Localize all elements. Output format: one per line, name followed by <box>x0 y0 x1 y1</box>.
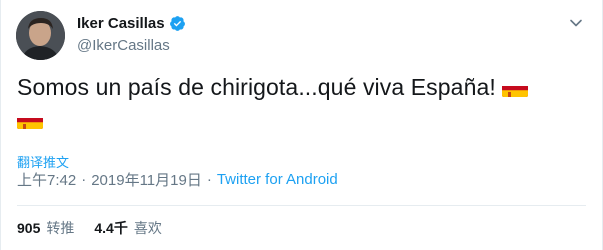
tweet-stats: 905 转推 4.4千 喜欢 <box>17 218 182 238</box>
like-label: 喜欢 <box>133 220 162 236</box>
retweet-label: 转推 <box>46 220 75 236</box>
meta-separator: · <box>81 171 87 188</box>
retweets-stat[interactable]: 905 转推 <box>17 218 74 238</box>
tweet-date[interactable]: 2019年11月19日 <box>91 169 202 190</box>
tweet-text: Somos un país de chirigota...qué viva Es… <box>17 72 577 129</box>
author-handle[interactable]: @IkerCasillas <box>77 37 170 54</box>
spain-flag-icon <box>501 80 528 97</box>
spain-flag-icon <box>17 112 43 129</box>
tweet-source-link[interactable]: Twitter for Android <box>217 171 338 188</box>
meta-separator: · <box>206 171 212 188</box>
divider <box>17 205 586 206</box>
tweet-time[interactable]: 上午7:42 <box>17 169 76 190</box>
tweet-card: Iker Casillas @IkerCasillas Somos un paí… <box>0 0 603 250</box>
like-count: 4.4千 <box>94 220 128 236</box>
avatar[interactable] <box>16 11 65 60</box>
likes-stat[interactable]: 4.4千 喜欢 <box>94 218 161 238</box>
tweet-meta: 上午7:42 · 2019年11月19日 · Twitter for Andro… <box>17 169 338 190</box>
chevron-down-icon[interactable] <box>568 15 584 31</box>
tweet-text-body: Somos un país de chirigota...qué viva Es… <box>17 74 496 100</box>
author-display-name[interactable]: Iker Casillas <box>77 15 165 32</box>
verified-badge-icon <box>169 15 186 32</box>
retweet-count: 905 <box>17 220 41 236</box>
